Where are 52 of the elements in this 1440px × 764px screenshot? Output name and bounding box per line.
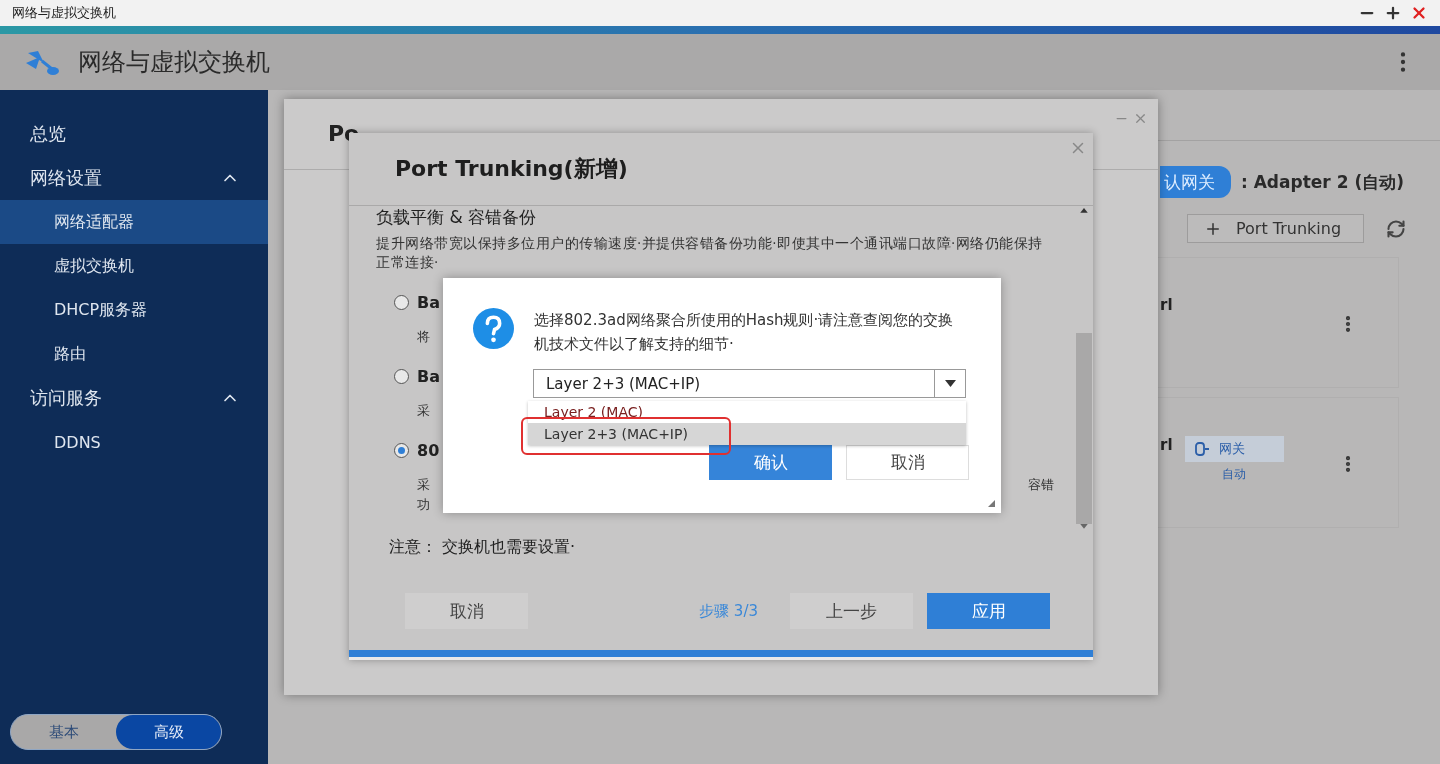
mode-option[interactable]: 高级: [116, 715, 221, 749]
option-description: 容错: [1028, 476, 1054, 494]
option-description: 采: [417, 476, 430, 494]
question-icon: [473, 308, 514, 349]
adapter-name: rl: [1160, 296, 1173, 314]
adapter-name: rl: [1160, 436, 1173, 454]
gateway-badge: 网关: [1184, 436, 1284, 462]
back-button[interactable]: 上一步: [790, 593, 913, 629]
note-text: 注意： 交换机也需要设置·: [388, 537, 577, 558]
sidebar-section[interactable]: 访问服务: [0, 376, 268, 420]
section-description: 提升网络带宽以保持多位用户的传输速度·并提供容错备份功能·即使其中一个通讯端口故障·网络仍能保持正常连接·: [376, 234, 1044, 272]
scroll-up-icon[interactable]: [1079, 208, 1088, 213]
cancel-button[interactable]: 取消: [846, 445, 969, 480]
sidebar-section[interactable]: 网络设置: [0, 156, 268, 200]
option-label: 80: [417, 441, 440, 460]
maximize-icon[interactable]: [1384, 4, 1402, 22]
app-title: 网络与虚拟交换机: [78, 47, 271, 78]
step-indicator: 步骤 3/3: [699, 601, 758, 621]
gateway-value: : Adapter 2 (自动): [1241, 170, 1404, 194]
option-label: Ba: [417, 367, 440, 386]
resize-grip-icon: [988, 500, 995, 507]
default-gateway-button[interactable]: 认网关: [1160, 166, 1231, 198]
window-title: 网络与虚拟交换机: [12, 4, 116, 22]
refresh-icon[interactable]: [1386, 218, 1406, 239]
radio-button[interactable]: [394, 443, 409, 458]
add-port-trunking-button[interactable]: Port Trunking: [1187, 214, 1364, 243]
option-description: 将: [417, 328, 430, 346]
option-description: 功: [417, 496, 430, 514]
dropdown-option[interactable]: Layer 2 (MAC): [528, 401, 966, 423]
dropdown-option[interactable]: Layer 2+3 (MAC+IP): [528, 423, 966, 445]
radio-button[interactable]: [394, 369, 409, 384]
mode-option[interactable]: 基本: [11, 715, 116, 749]
sidebar-item[interactable]: 总览: [0, 112, 268, 156]
close-icon[interactable]: [1410, 4, 1428, 22]
sidebar-item[interactable]: DDNS: [0, 420, 268, 464]
dropdown-caret-icon: [944, 380, 956, 387]
sidebar-item[interactable]: DHCP服务器: [0, 288, 268, 332]
radio-button[interactable]: [394, 295, 409, 310]
apply-button[interactable]: 应用: [927, 593, 1050, 629]
badge-status: 自动: [1221, 466, 1248, 483]
sidebar-item[interactable]: 虚拟交换机: [0, 244, 268, 288]
sidebar-item[interactable]: 路由: [0, 332, 268, 376]
scrollbar-thumb[interactable]: [1075, 332, 1092, 525]
option-description: 采: [417, 402, 430, 420]
sidebar-item[interactable]: 网络适配器: [0, 200, 268, 244]
message-text: 选择802.3ad网络聚合所使用的Hash规则·请注意查阅您的交换机技术文件以了解支持的细节·: [534, 310, 955, 355]
option-label: Ba: [417, 293, 440, 312]
confirm-button[interactable]: 确认: [709, 445, 832, 480]
close-icon[interactable]: [1133, 111, 1148, 126]
cancel-button[interactable]: 取消: [405, 593, 528, 629]
section-heading: 负载平衡 & 容错备份: [376, 206, 538, 229]
dialog-title: Port Trunking(新增): [395, 155, 628, 183]
